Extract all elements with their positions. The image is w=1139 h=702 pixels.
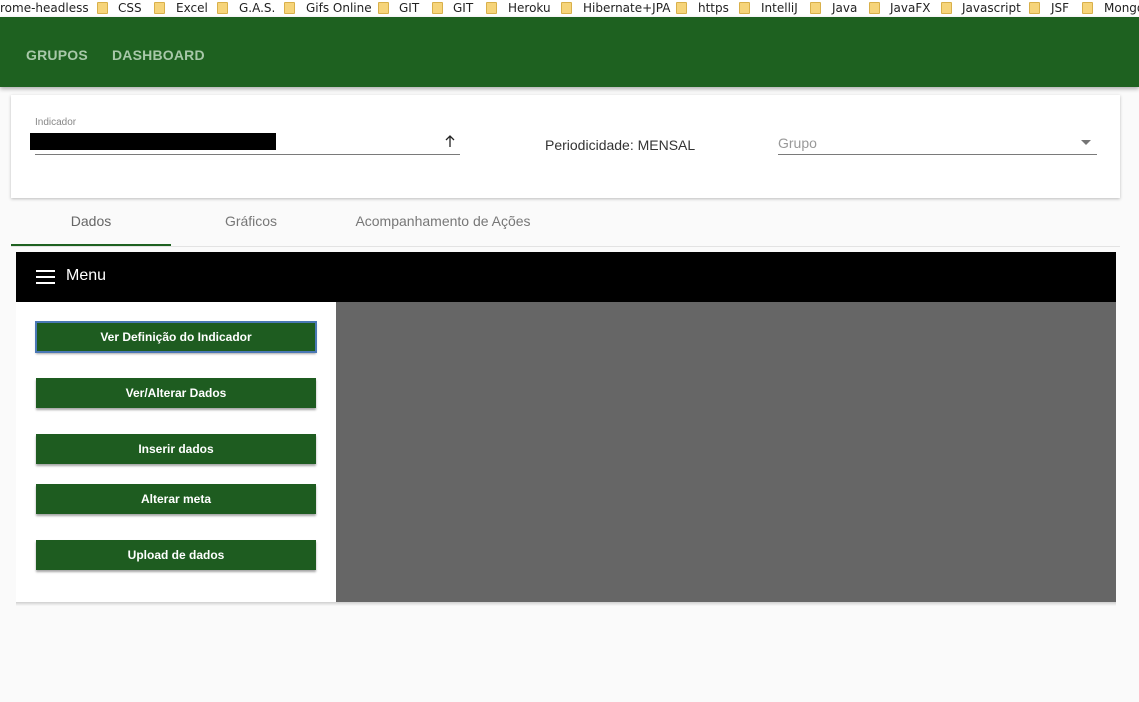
bookmark-intellij[interactable]: IntelliJ bbox=[761, 0, 798, 17]
folder-icon bbox=[810, 2, 821, 14]
upload-dados-button[interactable]: Upload de dados bbox=[36, 540, 316, 570]
ver-definicao-button[interactable]: Ver Definição do Indicador bbox=[35, 321, 317, 353]
folder-icon bbox=[1082, 2, 1093, 14]
bookmarks-bar: rome-headless CSS Excel G.A.S. Gifs Onli… bbox=[0, 0, 1139, 17]
alterar-meta-button[interactable]: Alterar meta bbox=[36, 484, 316, 514]
app-toolbar: GRUPOS DASHBOARD bbox=[0, 17, 1139, 87]
periodicidade-text: Periodicidade: MENSAL bbox=[545, 137, 696, 153]
folder-icon bbox=[217, 2, 228, 14]
folder-icon bbox=[561, 2, 572, 14]
content-overlay bbox=[336, 302, 1116, 602]
bookmark-https[interactable]: https bbox=[698, 0, 729, 17]
panel-shadow bbox=[16, 602, 1116, 606]
bookmark-javascript[interactable]: Javascript bbox=[962, 0, 1021, 17]
bookmark-rome-headless[interactable]: rome-headless bbox=[0, 0, 89, 17]
bookmark-jsf[interactable]: JSF bbox=[1051, 0, 1069, 17]
tab-graficos[interactable]: Gráficos bbox=[171, 213, 331, 229]
nav-dashboard[interactable]: DASHBOARD bbox=[112, 47, 205, 63]
bookmark-git-2[interactable]: GIT bbox=[453, 0, 473, 17]
bookmark-mongo[interactable]: Mongo bbox=[1104, 0, 1139, 17]
grupo-select[interactable]: Grupo bbox=[778, 135, 817, 151]
indicador-field-redacted[interactable] bbox=[30, 133, 276, 150]
nav-grupos[interactable]: GRUPOS bbox=[26, 47, 88, 63]
tab-acompanhamento[interactable]: Acompanhamento de Ações bbox=[340, 213, 546, 229]
inserir-dados-button[interactable]: Inserir dados bbox=[36, 434, 316, 464]
folder-icon bbox=[1029, 2, 1040, 14]
folder-icon bbox=[378, 2, 389, 14]
folder-icon bbox=[869, 2, 880, 14]
folder-icon bbox=[284, 2, 295, 14]
bookmark-heroku[interactable]: Heroku bbox=[508, 0, 551, 17]
bookmark-gas[interactable]: G.A.S. bbox=[239, 0, 275, 17]
folder-icon bbox=[154, 2, 165, 14]
folder-icon bbox=[739, 2, 750, 14]
ver-alterar-dados-button[interactable]: Ver/Alterar Dados bbox=[36, 378, 316, 408]
bookmark-gifs-online[interactable]: Gifs Online bbox=[306, 0, 372, 17]
active-tab-indicator bbox=[11, 244, 171, 246]
tab-dados[interactable]: Dados bbox=[11, 213, 171, 229]
bookmark-java[interactable]: Java bbox=[832, 0, 857, 17]
bookmark-css[interactable]: CSS bbox=[118, 0, 142, 17]
indicador-label: Indicador bbox=[35, 117, 77, 128]
folder-icon bbox=[432, 2, 443, 14]
chevron-down-icon[interactable] bbox=[1081, 140, 1091, 145]
bookmark-excel[interactable]: Excel bbox=[176, 0, 208, 17]
bookmark-javafx[interactable]: JavaFX bbox=[890, 0, 930, 17]
menu-title: Menu bbox=[66, 267, 107, 284]
hamburger-menu-icon[interactable] bbox=[36, 270, 55, 284]
folder-icon bbox=[676, 2, 687, 14]
menu-bar: Menu bbox=[16, 252, 1116, 302]
menu-side-panel: Ver Definição do Indicador Ver/Alterar D… bbox=[16, 302, 336, 602]
folder-icon bbox=[486, 2, 497, 14]
folder-icon bbox=[97, 2, 108, 14]
indicador-underline bbox=[35, 154, 460, 155]
arrow-up-icon[interactable] bbox=[442, 133, 458, 151]
tabs-divider bbox=[11, 246, 1120, 247]
filter-card: Indicador Periodicidade: MENSAL Grupo bbox=[11, 95, 1120, 198]
bookmark-git[interactable]: GIT bbox=[399, 0, 419, 17]
grupo-underline bbox=[778, 154, 1097, 155]
bookmark-hibernate-jpa[interactable]: Hibernate+JPA bbox=[583, 0, 670, 17]
folder-icon bbox=[941, 2, 952, 14]
